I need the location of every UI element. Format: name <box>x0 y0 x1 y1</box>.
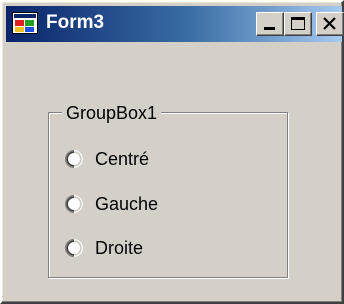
minimize-button[interactable] <box>256 12 284 36</box>
close-button[interactable] <box>316 12 344 36</box>
radio-gauche[interactable]: Gauche <box>64 191 158 217</box>
radio-centre[interactable]: Centré <box>64 146 149 172</box>
minimize-icon <box>264 27 275 30</box>
form-window: Form3 GroupBox1 Centré Gauche Droite <box>0 0 344 304</box>
maximize-button[interactable] <box>284 12 312 36</box>
radio-button-icon[interactable] <box>64 149 84 169</box>
maximize-icon <box>291 17 305 30</box>
radio-button-icon[interactable] <box>64 194 84 214</box>
radio-label: Gauche <box>95 194 159 214</box>
form-app-icon[interactable] <box>12 12 38 34</box>
radio-button-icon[interactable] <box>64 238 84 258</box>
radio-droite[interactable]: Droite <box>64 235 143 261</box>
close-icon <box>323 17 336 30</box>
window-title: Form3 <box>46 12 105 33</box>
radio-label: Droite <box>95 238 144 258</box>
groupbox-label: GroupBox1 <box>62 102 162 124</box>
radio-label: Centré <box>95 149 150 169</box>
